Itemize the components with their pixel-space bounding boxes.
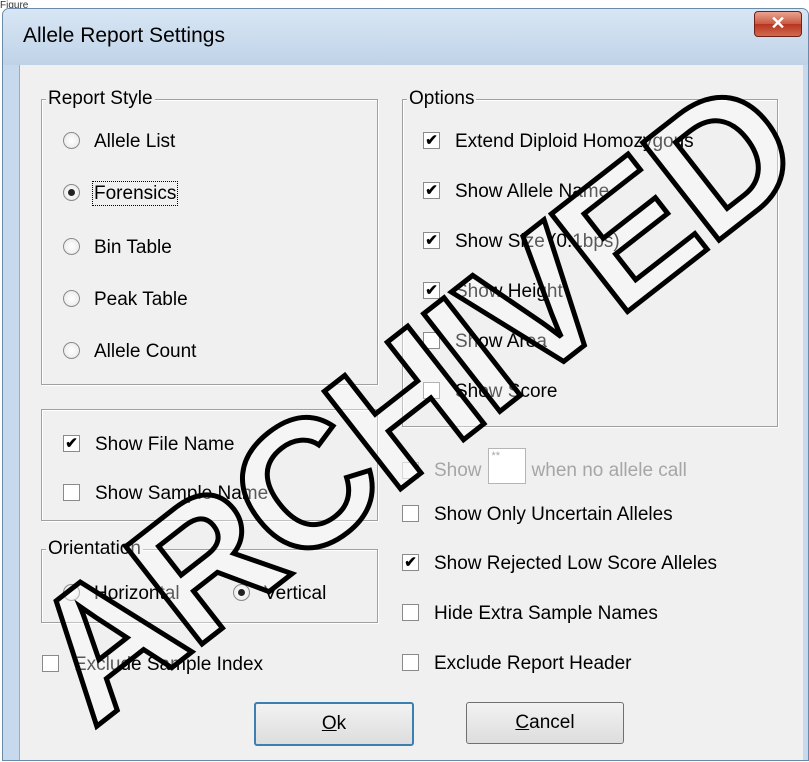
check-show-area[interactable]: Show Area [423,330,547,354]
check-hide-extra-sample-names[interactable]: Hide Extra Sample Names [402,602,658,626]
check-box[interactable] [402,505,419,523]
check-box[interactable] [423,332,440,350]
radio-indicator[interactable] [63,132,80,150]
radio-indicator[interactable] [63,290,80,308]
check-label: Exclude Sample Index [74,654,264,675]
options-legend: Options [407,88,477,110]
radio-label: Forensics [91,181,179,206]
check-show-file-name[interactable]: ✔ Show File Name [63,433,234,457]
dialog-client: Report Style Allele List Forensics Bin T… [19,65,803,760]
check-exclude-report-header[interactable]: Exclude Report Header [402,652,632,676]
check-label: Show Only Uncertain Alleles [434,504,673,525]
check-box[interactable] [402,461,419,479]
check-box[interactable]: ✔ [423,182,440,200]
check-box[interactable] [402,654,419,672]
radio-forensics[interactable]: Forensics [63,181,179,206]
radio-label: Vertical [264,583,327,604]
close-button[interactable]: ✕ [754,11,802,37]
radio-allele-count[interactable]: Allele Count [63,340,196,364]
radio-label: Allele List [94,131,176,152]
radio-indicator[interactable] [63,184,80,202]
names-group: ✔ Show File Name Show Sample Name [41,409,378,521]
check-label: Hide Extra Sample Names [434,603,658,624]
check-label: Show Score [455,381,558,402]
check-exclude-sample-index[interactable]: Exclude Sample Index [42,653,263,677]
radio-allele-list[interactable]: Allele List [63,130,175,154]
radio-label: Peak Table [94,289,188,310]
figure-caption: Figure [0,0,29,11]
check-extend-diploid-homozygous[interactable]: ✔ Extend Diploid Homozygous [423,130,694,154]
check-show-height[interactable]: ✔ Show Height [423,280,563,304]
check-show-score[interactable]: Show Score [423,380,557,404]
radio-indicator[interactable] [63,584,80,602]
check-show-only-uncertain-alleles[interactable]: Show Only Uncertain Alleles [402,503,673,527]
check-box[interactable] [402,604,419,622]
check-label: Show Size (0.1bps) [455,231,620,252]
check-box[interactable]: ✔ [63,435,80,453]
check-label: Show Sample Name [95,483,269,504]
check-box[interactable]: ✔ [402,554,419,572]
cancel-button[interactable]: Cancel [466,702,624,744]
ok-label: k [336,713,347,734]
cancel-label: ancel [529,712,575,733]
check-show-rejected-low-score-alleles[interactable]: ✔ Show Rejected Low Score Alleles [402,552,717,576]
radio-bin-table[interactable]: Bin Table [63,236,172,260]
check-label: Show Allele Name [455,181,610,202]
check-show-when-no-allele-call[interactable]: Show**when no allele call [402,448,687,484]
report-style-legend: Report Style [46,88,155,110]
check-box[interactable]: ✔ [423,282,440,300]
radio-indicator[interactable] [233,584,250,602]
check-box[interactable]: ✔ [423,132,440,150]
close-icon: ✕ [770,13,786,33]
check-label-suffix: when no allele call [531,460,687,482]
report-style-group: Report Style Allele List Forensics Bin T… [41,88,378,385]
dialog-window: Allele Report Settings ✕ Report Style Al… [2,8,809,761]
radio-peak-table[interactable]: Peak Table [63,288,188,312]
no-call-text-field[interactable]: ** [487,448,526,484]
check-label: Extend Diploid Homozygous [455,131,694,152]
check-show-size[interactable]: ✔ Show Size (0.1bps) [423,230,620,254]
ok-mnemonic: O [321,713,337,734]
orientation-legend: Orientation [46,538,143,560]
options-group: Options ✔ Extend Diploid Homozygous ✔ Show… [402,88,778,427]
check-label: Show Height [455,281,563,302]
ok-button[interactable]: Ok [254,702,414,746]
check-label: Exclude Report Header [434,653,632,674]
radio-label: Horizontal [94,583,180,604]
dialog-title: Allele Report Settings [23,24,225,47]
check-box[interactable] [423,382,440,400]
check-box[interactable]: ✔ [423,232,440,250]
check-label: Show Area [455,331,547,352]
radio-horizontal[interactable]: Horizontal [63,582,180,606]
check-box[interactable] [42,655,59,673]
title-bar[interactable]: Allele Report Settings ✕ [3,9,808,65]
radio-indicator[interactable] [63,238,80,256]
check-label: Show Rejected Low Score Alleles [434,553,718,574]
check-label: Show File Name [95,434,235,455]
check-show-sample-name[interactable]: Show Sample Name [63,482,268,506]
radio-label: Bin Table [94,237,172,258]
radio-label: Allele Count [94,341,197,362]
check-box[interactable] [63,484,80,502]
orientation-group: Orientation Horizontal Vertical [41,538,378,623]
check-label: Show [434,460,482,482]
radio-indicator[interactable] [63,342,80,360]
check-show-allele-name[interactable]: ✔ Show Allele Name [423,180,609,204]
radio-vertical[interactable]: Vertical [233,582,326,606]
cancel-mnemonic: C [515,712,530,733]
